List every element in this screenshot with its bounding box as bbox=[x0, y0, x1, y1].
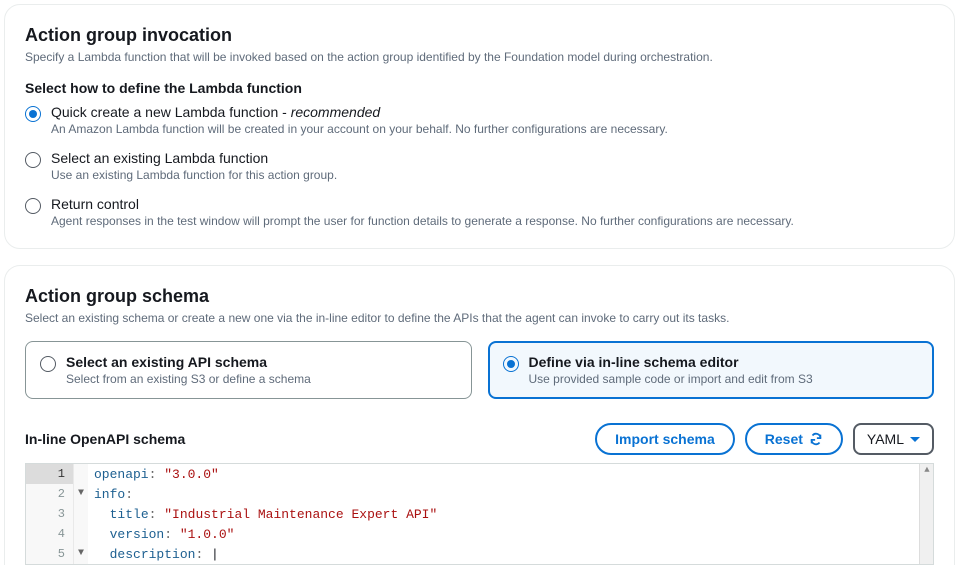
scroll-up-icon: ▲ bbox=[920, 464, 934, 476]
editor-header: In-line OpenAPI schema Import schema Res… bbox=[25, 423, 934, 455]
radio-existing-lambda[interactable]: Select an existing Lambda function Use a… bbox=[25, 150, 934, 182]
line-number: 1 bbox=[26, 464, 74, 484]
fold-toggle[interactable]: ▼ bbox=[74, 484, 88, 504]
refresh-icon bbox=[809, 432, 823, 446]
radio-icon bbox=[25, 106, 41, 122]
scrollbar-vertical[interactable]: ▲ bbox=[919, 464, 933, 564]
code-line-2: info: bbox=[88, 487, 133, 502]
import-schema-button[interactable]: Import schema bbox=[595, 423, 735, 455]
fold-gutter bbox=[74, 504, 88, 524]
radio-icon bbox=[503, 356, 519, 372]
radio-title: Quick create a new Lambda function - rec… bbox=[51, 104, 934, 120]
radio-title: Return control bbox=[51, 196, 934, 212]
radio-icon bbox=[25, 198, 41, 214]
radio-icon bbox=[40, 356, 56, 372]
card-title: Select an existing API schema bbox=[66, 354, 311, 370]
code-line-1: openapi: "3.0.0" bbox=[88, 467, 219, 482]
invocation-title: Action group invocation bbox=[25, 25, 934, 46]
card-existing-schema[interactable]: Select an existing API schema Select fro… bbox=[25, 341, 472, 399]
line-number: 4 bbox=[26, 524, 74, 544]
schema-desc: Select an existing schema or create a ne… bbox=[25, 311, 934, 325]
schema-title: Action group schema bbox=[25, 286, 934, 307]
line-number: 3 bbox=[26, 504, 74, 524]
radio-sub: Use an existing Lambda function for this… bbox=[51, 168, 934, 182]
invocation-panel: Action group invocation Specify a Lambda… bbox=[4, 4, 955, 249]
radio-sub: Agent responses in the test window will … bbox=[51, 214, 934, 228]
radio-return-control[interactable]: Return control Agent responses in the te… bbox=[25, 196, 934, 228]
line-number: 5 bbox=[26, 544, 74, 564]
reset-button[interactable]: Reset bbox=[745, 423, 843, 455]
code-line-3: title: "Industrial Maintenance Expert AP… bbox=[88, 507, 437, 522]
format-select[interactable]: YAML bbox=[853, 423, 934, 455]
code-editor[interactable]: 1 openapi: "3.0.0" 2 ▼ info: 3 title: "I… bbox=[25, 463, 934, 565]
chevron-down-icon bbox=[910, 437, 920, 442]
schema-panel: Action group schema Select an existing s… bbox=[4, 265, 955, 565]
radio-icon bbox=[25, 152, 41, 168]
card-inline-editor[interactable]: Define via in-line schema editor Use pro… bbox=[488, 341, 935, 399]
fold-gutter bbox=[74, 524, 88, 544]
schema-choice-row: Select an existing API schema Select fro… bbox=[25, 341, 934, 399]
fold-gutter bbox=[74, 464, 88, 484]
invocation-desc: Specify a Lambda function that will be i… bbox=[25, 50, 934, 64]
radio-quick-create[interactable]: Quick create a new Lambda function - rec… bbox=[25, 104, 934, 136]
code-line-4: version: "1.0.0" bbox=[88, 527, 234, 542]
card-title: Define via in-line schema editor bbox=[529, 354, 813, 370]
editor-label: In-line OpenAPI schema bbox=[25, 431, 185, 447]
fold-toggle[interactable]: ▼ bbox=[74, 544, 88, 564]
line-number: 2 bbox=[26, 484, 74, 504]
radio-title: Select an existing Lambda function bbox=[51, 150, 934, 166]
lambda-select-label: Select how to define the Lambda function bbox=[25, 80, 934, 96]
card-sub: Use provided sample code or import and e… bbox=[529, 372, 813, 386]
card-sub: Select from an existing S3 or define a s… bbox=[66, 372, 311, 386]
code-line-5: description: | bbox=[88, 547, 219, 562]
radio-sub: An Amazon Lambda function will be create… bbox=[51, 122, 934, 136]
